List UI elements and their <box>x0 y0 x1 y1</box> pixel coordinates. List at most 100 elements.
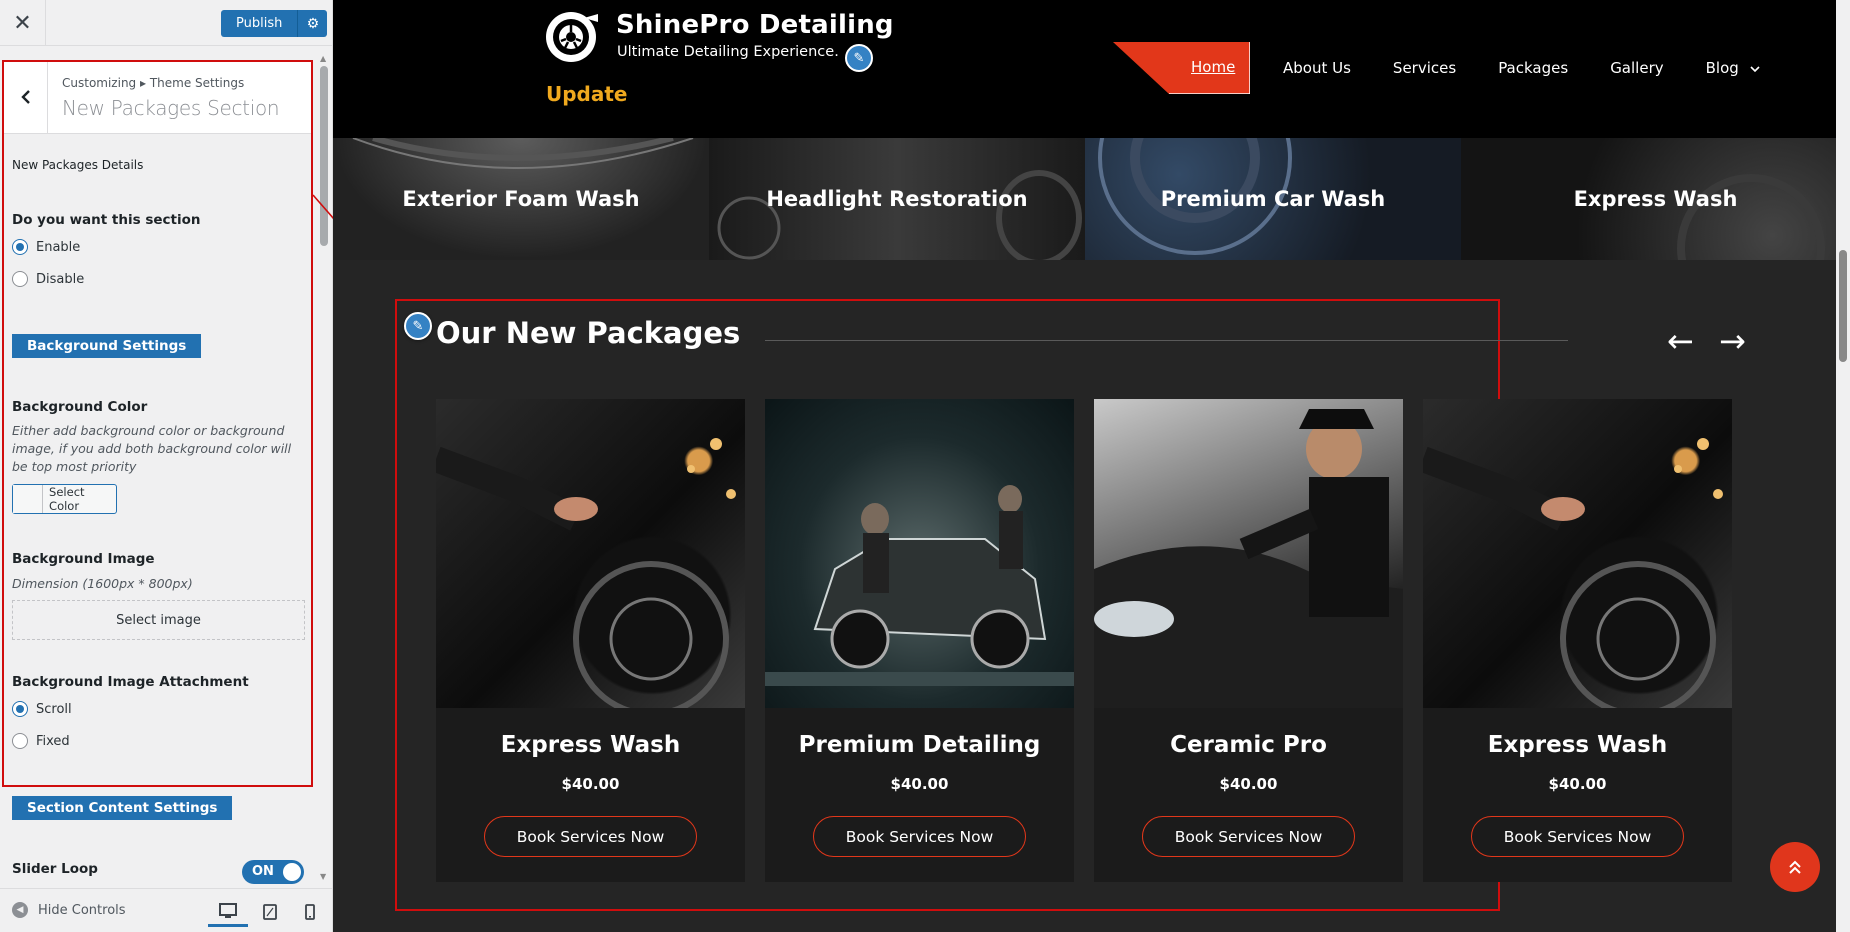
publish-button[interactable]: Publish <box>221 10 298 37</box>
publish-group: Publish ⚙ <box>221 10 328 37</box>
scroll-label: Scroll <box>36 701 72 717</box>
preview-scroll-thumb[interactable] <box>1839 250 1847 362</box>
foam-wash-image <box>765 485 1074 686</box>
nav-blog-label: Blog <box>1705 59 1739 77</box>
fixed-radio[interactable]: Fixed <box>12 733 70 749</box>
package-card: Express Wash $40.00 Book Services Now <box>1423 399 1732 882</box>
service-tile[interactable]: Headlight Restoration <box>709 138 1085 260</box>
back-button[interactable] <box>4 60 48 134</box>
package-name: Premium Detailing <box>798 732 1041 758</box>
section-title: New Packages Section <box>62 96 280 120</box>
site-title[interactable]: ShinePro Detailing <box>616 10 894 40</box>
book-services-button[interactable]: Book Services Now <box>813 816 1026 857</box>
close-customizer-button[interactable]: ✕ <box>0 0 46 46</box>
customizer-sidebar: ✕ Publish ⚙ Customizing ▸ Theme Settings… <box>0 0 333 932</box>
enable-label: Enable <box>36 239 81 255</box>
mobile-icon <box>305 904 315 920</box>
nav-item-services[interactable]: Services <box>1393 59 1456 77</box>
desktop-preview-button[interactable] <box>208 897 248 927</box>
scroll-down-arrow-icon[interactable]: ▼ <box>320 872 326 881</box>
package-name: Ceramic Pro <box>1170 732 1327 758</box>
toggle-knob <box>283 863 301 881</box>
service-tile[interactable]: Premium Car Wash <box>1085 138 1461 260</box>
package-price: $40.00 <box>890 775 949 793</box>
book-services-button[interactable]: Book Services Now <box>1142 816 1355 857</box>
bg-color-label: Background Color <box>12 399 148 415</box>
slider-loop-toggle[interactable]: ON <box>242 860 304 884</box>
desktop-icon <box>219 902 237 918</box>
collapse-icon: ◀ <box>12 902 28 918</box>
package-price: $40.00 <box>561 775 620 793</box>
wheel-logo-icon <box>546 12 598 62</box>
bg-attachment-label: Background Image Attachment <box>12 674 249 690</box>
mobile-preview-button[interactable] <box>290 897 330 927</box>
next-arrow-button[interactable]: → <box>1719 325 1746 357</box>
package-image <box>1423 399 1732 708</box>
breadcrumb: Customizing ▸ Theme Settings <box>62 76 245 90</box>
gear-icon: ⚙ <box>306 15 320 32</box>
scroll-up-arrow-icon[interactable]: ▲ <box>320 54 326 63</box>
package-card: Premium Detailing $40.00 Book Services N… <box>765 399 1074 882</box>
select-image-button[interactable]: Select image <box>12 600 305 640</box>
service-name: Express Wash <box>1573 187 1738 211</box>
enable-radio[interactable]: Enable <box>12 239 80 255</box>
preview-scrollbar[interactable] <box>1836 0 1850 932</box>
packages-title: Our New Packages <box>436 316 741 350</box>
radio-scroll-icon <box>12 701 28 717</box>
scroll-to-top-button[interactable] <box>1770 842 1820 892</box>
site-preview: ShinePro Detailing Ultimate Detailing Ex… <box>333 0 1850 932</box>
title-divider <box>765 340 1568 341</box>
section-header: Customizing ▸ Theme Settings New Package… <box>4 60 312 134</box>
edit-logo-pencil-icon[interactable]: ✎ <box>845 44 873 72</box>
nav-item-home[interactable]: Home <box>1113 42 1250 94</box>
bg-color-description: Either add background color or backgroun… <box>12 423 292 474</box>
scroll-radio[interactable]: Scroll <box>12 701 72 717</box>
customizer-header: ✕ Publish ⚙ <box>0 0 332 46</box>
service-tile[interactable]: Express Wash <box>1461 138 1850 260</box>
customizer-footer: ◀ Hide Controls <box>0 888 332 932</box>
details-label: New Packages Details <box>12 158 144 172</box>
color-swatch <box>13 485 44 513</box>
section-question-label: Do you want this section <box>12 212 201 228</box>
publish-settings-button[interactable]: ⚙ <box>297 10 328 37</box>
main-nav: Home About Us Services Packages Gallery … <box>1113 42 1781 94</box>
chevron-left-icon <box>20 90 30 104</box>
service-tile[interactable]: Exterior Foam Wash <box>333 138 709 260</box>
service-name: Exterior Foam Wash <box>402 187 640 211</box>
toggle-state: ON <box>252 864 274 879</box>
chevron-down-icon <box>1750 66 1760 73</box>
edit-packages-pencil-icon[interactable]: ✎ <box>404 312 432 340</box>
package-image <box>1094 399 1403 708</box>
disable-radio[interactable]: Disable <box>12 271 84 287</box>
nav-item-gallery[interactable]: Gallery <box>1610 59 1663 77</box>
hide-controls-label: Hide Controls <box>38 902 126 918</box>
nav-item-about[interactable]: About Us <box>1283 59 1351 77</box>
site-header: ShinePro Detailing Ultimate Detailing Ex… <box>333 0 1850 138</box>
radio-disable-icon <box>12 271 28 287</box>
car-detail-image <box>1423 438 1723 708</box>
radio-enable-icon <box>12 239 28 255</box>
package-name: Express Wash <box>1487 732 1668 758</box>
customizer-panel: Customizing ▸ Theme Settings New Package… <box>0 46 332 888</box>
service-name: Headlight Restoration <box>766 187 1028 211</box>
prev-arrow-button[interactable]: ← <box>1667 325 1694 357</box>
car-detail-image <box>436 438 736 708</box>
tablet-preview-button[interactable] <box>250 897 290 927</box>
ceramic-coating-image <box>1094 409 1403 708</box>
disable-label: Disable <box>36 271 85 287</box>
hide-controls-button[interactable]: ◀ Hide Controls <box>12 902 126 918</box>
nav-item-blog[interactable]: Blog <box>1706 59 1760 77</box>
package-price: $40.00 <box>1219 775 1278 793</box>
background-settings-header: Background Settings <box>12 334 202 358</box>
package-name: Express Wash <box>500 732 681 758</box>
package-price: $40.00 <box>1548 775 1607 793</box>
book-services-button[interactable]: Book Services Now <box>1471 816 1684 857</box>
sidebar-scroll-thumb[interactable] <box>320 66 328 246</box>
nav-item-packages[interactable]: Packages <box>1498 59 1568 77</box>
bg-image-description: Dimension (1600px * 800px) <box>12 576 193 591</box>
package-card: Express Wash $40.00 Book Services Now <box>436 399 745 882</box>
book-services-button[interactable]: Book Services Now <box>484 816 697 857</box>
select-color-button[interactable]: Select Color <box>12 484 117 514</box>
package-image <box>765 399 1074 708</box>
content-settings-header: Section Content Settings <box>12 796 233 820</box>
